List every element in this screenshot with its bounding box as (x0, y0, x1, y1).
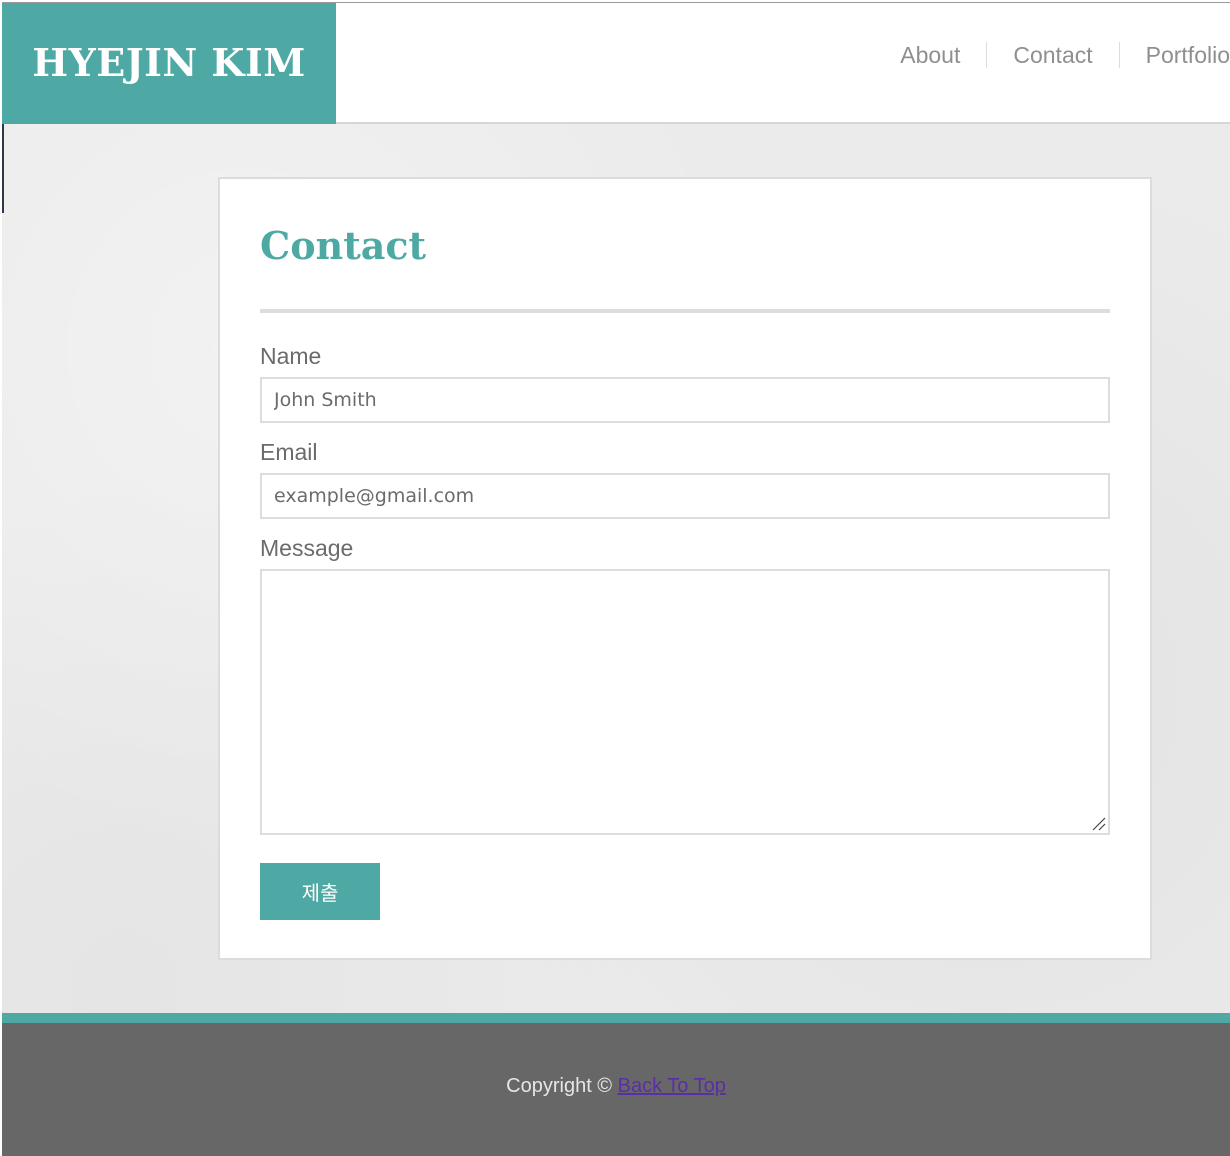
footer-accent-bar (2, 1013, 1230, 1023)
nav-item-portfolio[interactable]: Portfolio (1118, 42, 1230, 68)
title-divider (260, 309, 1110, 313)
page: HYEJIN KIM About Contact Portfolio Conta… (2, 2, 1230, 1156)
page-title: Contact (260, 223, 427, 268)
email-label: Email (260, 439, 318, 465)
message-label: Message (260, 535, 354, 561)
site-footer: Copyright © Back To Top (2, 1023, 1230, 1156)
name-label: Name (260, 343, 322, 369)
resize-handle-icon[interactable] (1090, 815, 1106, 831)
nav-item-contact[interactable]: Contact (986, 42, 1118, 68)
back-to-top-link[interactable]: Back To Top (618, 1075, 726, 1097)
logo[interactable]: HYEJIN KIM (2, 3, 336, 124)
site-header: HYEJIN KIM About Contact Portfolio (2, 3, 1230, 124)
copyright-text: Copyright © (506, 1074, 613, 1097)
nav-item-about[interactable]: About (874, 42, 986, 68)
message-field[interactable] (260, 569, 1110, 835)
name-field[interactable] (260, 377, 1110, 423)
contact-card: Contact Name Email Message 제출 (218, 177, 1152, 960)
footer-text: Copyright © Back To Top (506, 1075, 726, 1098)
submit-button[interactable]: 제출 (260, 863, 380, 920)
main-nav: About Contact Portfolio (874, 37, 1230, 73)
logo-text: HYEJIN KIM (32, 40, 306, 85)
email-field[interactable] (260, 473, 1110, 519)
